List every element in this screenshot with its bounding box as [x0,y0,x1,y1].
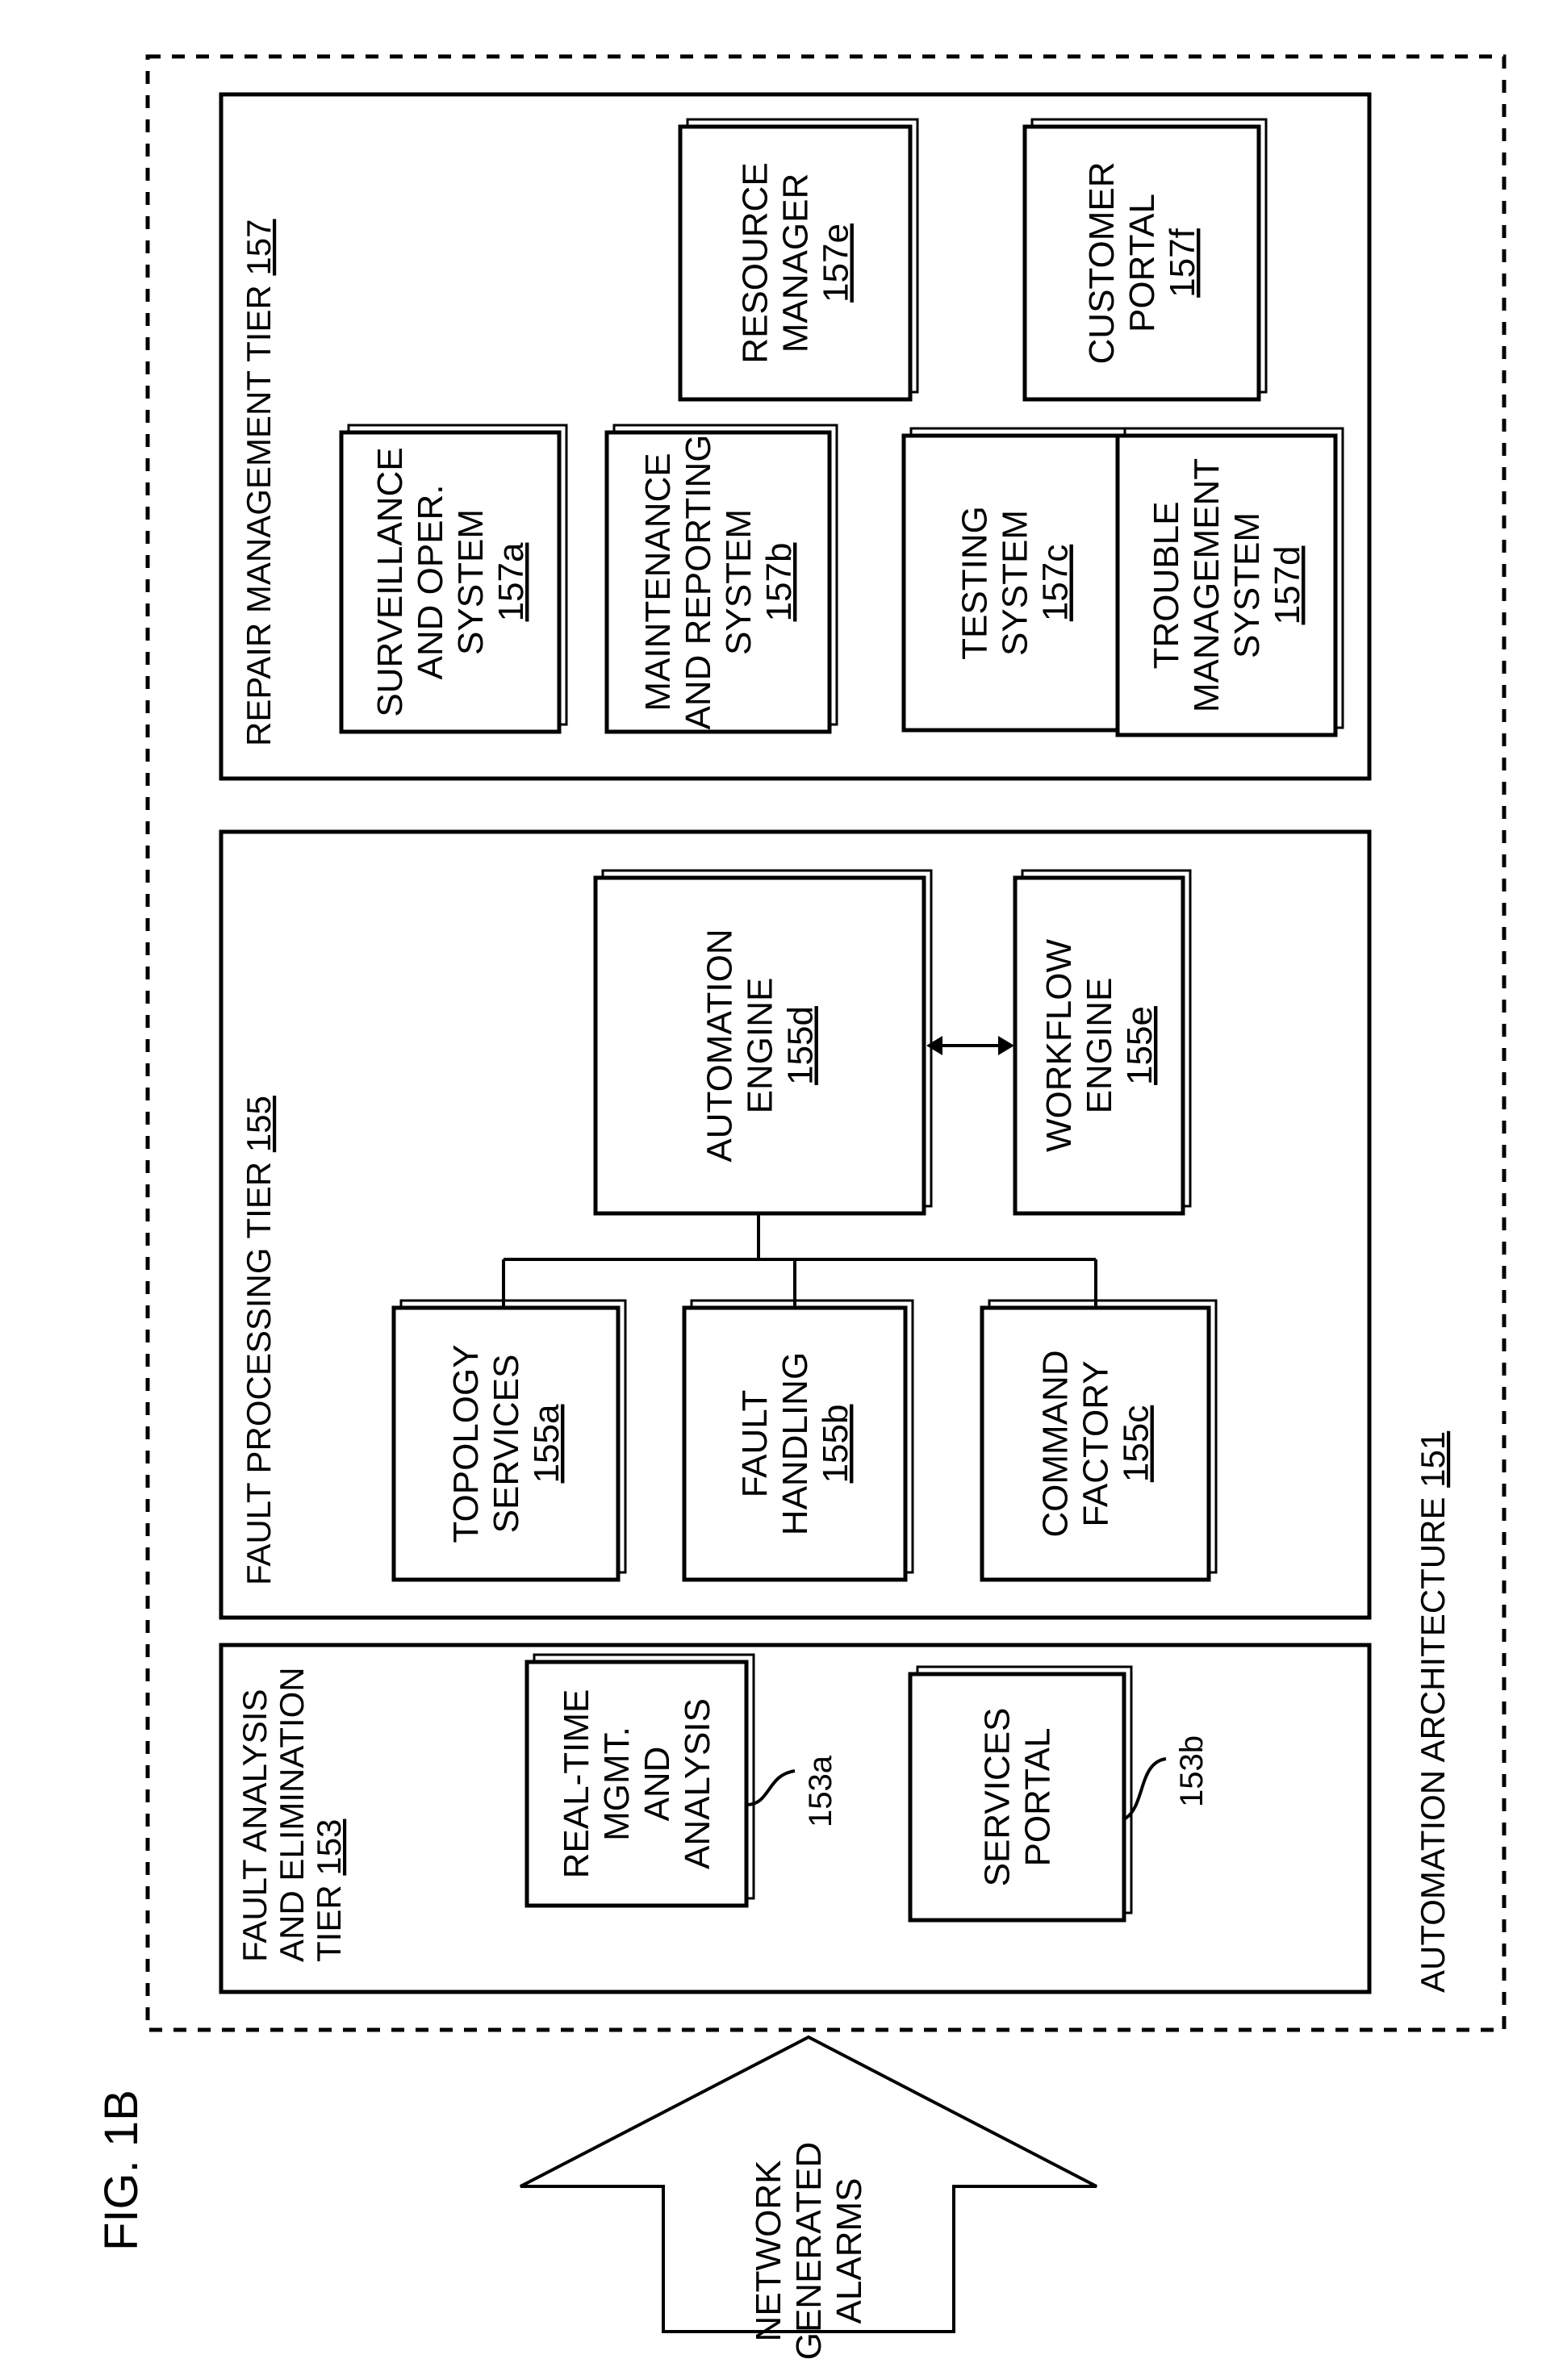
figure-label-text: FIG. 1B [95,2090,148,2251]
figure-label: FIG. 1B [95,2090,148,2251]
network-alarms-label-line: GENERATED [789,2142,829,2361]
component-label-line: SYSTEM [451,509,491,655]
analysis-tier-label: FAULT ANALYSIS AND ELIMINATION TIER 153 [236,1667,348,1962]
component-label-line: SYSTEM [719,509,759,655]
component-label-line: MAINTENANCE [638,453,678,711]
component-label-line: AND OPER. [411,484,450,679]
component-label-line: ENGINE [741,978,780,1114]
component-label-line: TOPOLOGY [446,1344,486,1543]
component-label-line: HANDLING [775,1352,815,1535]
ref-153a-text: 153a [803,1755,838,1827]
component-label-line: FAULT [735,1390,775,1498]
component-label-line: ENGINE [1080,978,1119,1114]
component-ref: 155d [781,1006,821,1085]
network-alarms-label-line: ALARMS [830,2178,869,2324]
bidirectional-arrow [926,1036,1014,1055]
component-label-line: SYSTEM [1227,512,1267,658]
component-157c: TESTING SYSTEM 157c [901,427,1135,733]
repair-tier-ref: 157 [240,219,278,275]
component-label-line: PORTAL [1018,1728,1058,1867]
component-label: SERVICES PORTAL [978,1708,1058,1887]
component-ref: 155e [1120,1006,1160,1085]
component-label-line: TROUBLE [1147,502,1186,670]
component-label-line: CUSTOMER [1082,162,1122,365]
component-label-line: MANAGEMENT [1187,458,1227,712]
component-155d: AUTOMATION ENGINE 155d [593,869,933,1216]
arrowhead-right-icon [998,1036,1014,1055]
analysis-tier-label-line1: FAULT ANALYSIS [236,1689,274,1962]
ref-153b-label: 153b [1174,1735,1210,1807]
component-label-line: MANAGER [776,173,816,353]
component-label-line: SERVICES [978,1708,1018,1887]
component-label-line: MGMT. [597,1727,637,1841]
architecture-label: AUTOMATION ARCHITECTURE 151 [1414,1431,1452,1993]
component-label-line: TESTING [955,506,995,660]
component-label-line: ANALYSIS [678,1698,717,1869]
analysis-tier-label-line2: AND ELIMINATION [273,1667,311,1962]
component-155e: WORKFLOW ENGINE 155e [1013,869,1192,1216]
component-ref: 157a [491,542,531,621]
component-157d: TROUBLE MANAGEMENT SYSTEM 157d [1115,427,1344,737]
component-label-line: WORKFLOW [1039,939,1079,1152]
repair-tier-label: REPAIR MANAGEMENT TIER 157 [240,219,278,746]
component-ref: 157f [1163,228,1202,297]
component-ref: 157d [1268,546,1307,625]
svg-text:AUTOMATION ARCHITECTURE 151: AUTOMATION ARCHITECTURE 151 [1414,1431,1452,1993]
component-157f: CUSTOMER PORTAL 157f [1022,118,1268,402]
component-155a: TOPOLOGY SERVICES 155a [391,1299,627,1582]
component-label-line: FACTORY [1076,1360,1116,1526]
component-ref: 155a [527,1404,566,1483]
architecture-ref: 151 [1414,1431,1452,1488]
architecture-label-text: AUTOMATION ARCHITECTURE [1414,1497,1452,1993]
svg-text:FAULT PROCESSING TIER 155: FAULT PROCESSING TIER 155 [240,1096,278,1585]
analysis-tier-ref: 153 [310,1819,348,1876]
component-label-line: REAL-TIME [557,1689,596,1879]
component-155c: COMMAND FACTORY 155c [980,1299,1218,1582]
repair-tier-label-text: REPAIR MANAGEMENT TIER [240,285,278,746]
analysis-tier-label-line3: TIER [310,1885,348,1962]
component-155b: FAULT HANDLING 155b [682,1299,914,1582]
network-alarms-label-line: NETWORK [749,2161,788,2342]
component-label-line: SERVICES [487,1355,526,1534]
component-label-line: AUTOMATION [700,929,740,1162]
ref-153b-text: 153b [1174,1735,1210,1807]
diagram-canvas: AUTOMATION ARCHITECTURE 151 REPAIR MANAG… [95,54,1507,2361]
processing-tier-label: FAULT PROCESSING TIER 155 [240,1096,278,1585]
processing-tier-ref: 155 [240,1096,278,1152]
component-157e: RESOURCE MANAGER 157e [678,118,919,402]
component-153b: SERVICES PORTAL [908,1665,1133,1923]
component-label-line: SYSTEM [996,510,1035,656]
component-box [908,1672,1126,1923]
component-ref: 155c [1117,1405,1156,1482]
svg-text:TIER 153: TIER 153 [310,1819,348,1962]
component-ref: 157e [817,223,856,303]
components-layer: SURVEILLANCE AND OPER. SYSTEM 157a MAINTENAN… [339,118,1344,1923]
component-label-line: AND [637,1747,677,1822]
component-label-line: COMMAND [1036,1350,1076,1537]
component-label-line: RESOURCE [736,162,775,363]
processing-tier-label-text: FAULT PROCESSING TIER [240,1162,278,1585]
component-label-line: SURVEILLANCE [370,447,410,716]
svg-text:REPAIR MANAGEMENT TIER 157: REPAIR MANAGEMENT TIER 157 [240,219,278,746]
component-ref: 157c [1036,545,1076,621]
component-label-line: PORTAL [1122,194,1162,332]
component-157b: MAINTENANCE AND REPORTING SYSTEM 157b [604,424,838,734]
component-153a: REAL-TIME MGMT. AND ANALYSIS [524,1653,755,1908]
component-label-line: AND REPORTING [679,435,718,730]
component-ref: 157b [759,543,799,622]
component-157a: SURVEILLANCE AND OPER. SYSTEM 157a [339,424,568,734]
fault-analysis-tier [219,1643,1372,1994]
component-ref: 155b [816,1405,855,1484]
ref-153a-label: 153a [803,1755,838,1827]
